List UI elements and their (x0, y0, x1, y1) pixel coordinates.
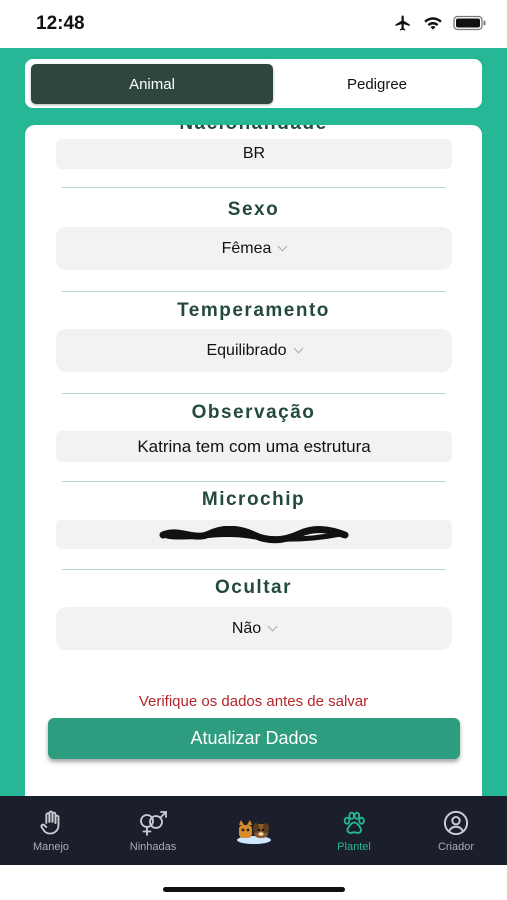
divider (62, 481, 446, 482)
divider (62, 291, 446, 292)
tab-plantel[interactable]: Plantel (322, 796, 386, 865)
tab-ninhadas[interactable]: Ninhadas (113, 796, 193, 865)
tab-manejo[interactable]: Manejo (15, 796, 87, 865)
ocultar-select[interactable]: Não (56, 607, 452, 650)
hand-icon (40, 810, 60, 834)
update-data-button[interactable]: Atualizar Dados (48, 718, 460, 759)
tab-animal[interactable]: Animal (31, 64, 273, 104)
observacao-title: Observação (191, 402, 316, 423)
form-card: Nacionalidade BR Sexo Fêmea Temperamento… (25, 125, 482, 796)
chevron-down-icon (267, 621, 278, 631)
sexo-title: Sexo (227, 199, 280, 220)
microchip-field[interactable] (56, 520, 452, 549)
divider (62, 569, 446, 570)
temperamento-value: Equilibrado (206, 341, 287, 359)
segmented-control: Animal Pedigree (25, 59, 482, 108)
tab-label: Plantel (337, 840, 371, 853)
sexo-value: Fêmea (221, 239, 272, 257)
tab-label: Ninhadas (129, 840, 177, 853)
status-icons (393, 14, 487, 32)
nacionalidade-title-clipped: Nacionalidade (25, 125, 482, 135)
battery-icon (453, 15, 486, 31)
tab-criador[interactable]: Criador (425, 796, 487, 865)
airplane-icon (395, 15, 410, 31)
microchip-title: Microchip (201, 489, 306, 510)
redaction-scribble (159, 525, 349, 543)
temperamento-title: Temperamento (177, 300, 330, 321)
wifi-icon (424, 17, 442, 30)
user-circle-icon (443, 810, 469, 835)
warning-text: Verifique os dados antes de salvar (138, 693, 369, 710)
ocultar-value: Não (231, 619, 262, 637)
home-indicator[interactable] (163, 887, 345, 892)
divider (62, 187, 446, 188)
chevron-down-icon (293, 343, 303, 353)
home-area (0, 865, 507, 900)
tab-home[interactable] (222, 796, 286, 865)
tab-bar: Manejo Ninhadas Plantel Criador (0, 796, 507, 865)
nacionalidade-field[interactable]: BR (56, 139, 452, 169)
tab-pedigree[interactable]: Pedigree (278, 64, 476, 104)
gender-icon (140, 810, 167, 836)
divider (62, 393, 446, 394)
observacao-field[interactable]: Katrina tem com uma estrutura (56, 431, 452, 462)
tab-label: Manejo (32, 840, 70, 853)
temperamento-select[interactable]: Equilibrado (56, 329, 452, 372)
sexo-select[interactable]: Fêmea (56, 227, 452, 270)
chevron-down-icon (277, 241, 288, 251)
paw-icon (343, 811, 365, 834)
ocultar-title: Ocultar (214, 577, 293, 598)
status-time: 12:48 (36, 13, 85, 34)
tab-label: Criador (437, 840, 475, 853)
status-bar: 12:48 (0, 0, 507, 48)
pets-logo-icon (237, 819, 271, 844)
